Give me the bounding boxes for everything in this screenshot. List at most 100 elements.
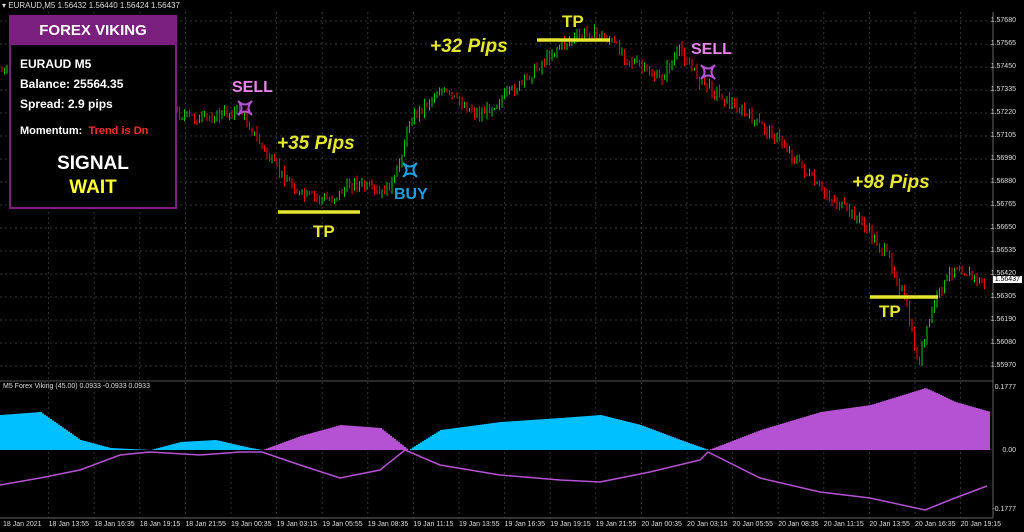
histogram-bar (332, 427, 334, 450)
histogram-bar (976, 408, 978, 450)
histogram-bar (178, 442, 180, 450)
histogram-bar (566, 417, 568, 450)
histogram-bar (44, 414, 46, 450)
indicator-axis-top: 0.1777 (994, 384, 1016, 391)
histogram-bar (560, 418, 562, 450)
histogram-bar (352, 425, 354, 450)
histogram-bar (160, 447, 162, 450)
histogram-bar (92, 443, 94, 450)
histogram-bar (702, 447, 704, 450)
histogram-bar (70, 433, 72, 450)
histogram-bar (584, 416, 586, 450)
symbol-label: EURAUD M5 (20, 57, 92, 71)
histogram-bar (360, 426, 362, 450)
histogram-bar (10, 414, 12, 450)
histogram-bar (276, 444, 278, 450)
price-axis-label: 1.56990 (990, 155, 1016, 162)
histogram-bar (376, 427, 378, 450)
histogram-bar (152, 449, 154, 450)
histogram-bar (6, 414, 8, 450)
time-axis-label: 20 Jan 05:55 (732, 521, 774, 528)
histogram-bar (482, 424, 484, 450)
histogram-bar (662, 433, 664, 450)
tp-label: TP (879, 302, 901, 321)
histogram-bar (486, 423, 488, 450)
histogram-bar (156, 448, 158, 450)
histogram-bar (926, 388, 928, 450)
histogram-bar (356, 426, 358, 450)
time-axis-label: 20 Jan 13:55 (869, 521, 910, 528)
time-axis-label: 18 Jan 21:55 (185, 521, 226, 528)
histogram-bar (278, 444, 280, 450)
histogram-bar (378, 427, 380, 450)
histogram-bar (362, 426, 364, 450)
histogram-bar (514, 421, 516, 450)
histogram-bar (242, 446, 244, 450)
histogram-bar (684, 441, 686, 450)
sell-signal-icon (700, 64, 716, 80)
histogram-bar (30, 412, 32, 450)
histogram-bar (944, 396, 946, 450)
histogram-bar (68, 431, 70, 450)
histogram-bar (540, 419, 542, 450)
histogram-bar (576, 416, 578, 450)
histogram-bar (94, 443, 96, 450)
histogram-bar (176, 443, 178, 450)
time-axis-label: 20 Jan 00:35 (641, 521, 682, 528)
indicator-histogram (0, 388, 990, 450)
histogram-bar (770, 427, 772, 450)
histogram-bar (198, 440, 200, 450)
histogram-bar (42, 413, 44, 450)
histogram-bar (654, 430, 656, 450)
histogram-bar (680, 440, 682, 450)
histogram-bar (778, 424, 780, 450)
time-axis-label: 19 Jan 05:55 (322, 521, 363, 528)
buy-signal-icon (402, 162, 418, 178)
histogram-bar (346, 425, 348, 450)
histogram-bar (202, 440, 204, 450)
histogram-bar (158, 447, 160, 450)
histogram-bar (622, 420, 624, 450)
histogram-bar (838, 409, 840, 450)
histogram-bar (962, 404, 964, 450)
histogram-bar (604, 416, 606, 450)
histogram-bar (180, 442, 182, 450)
histogram-bar (960, 403, 962, 450)
histogram-bar (214, 440, 216, 450)
histogram-bar (382, 429, 384, 450)
time-axis-label: 20 Jan 08:35 (778, 521, 819, 528)
histogram-bar (780, 424, 782, 450)
histogram-bar (274, 445, 276, 450)
histogram-bar (666, 434, 668, 450)
histogram-bar (922, 388, 924, 450)
histogram-bar (130, 449, 132, 450)
histogram-bar (580, 416, 582, 450)
indicator-line (0, 449, 988, 511)
histogram-bar (816, 413, 818, 450)
histogram-bar (46, 416, 48, 450)
histogram-bar (330, 427, 332, 450)
time-axis-label: 19 Jan 00:35 (231, 521, 272, 528)
price-axis-label: 1.56765 (990, 201, 1016, 208)
time-axis-label: 18 Jan 16:35 (94, 521, 135, 528)
histogram-bar (630, 422, 632, 450)
histogram-bar (920, 389, 922, 450)
histogram-bar (776, 425, 778, 450)
histogram-bar (552, 418, 554, 450)
histogram-bar (804, 416, 806, 450)
histogram-bar (128, 448, 130, 450)
histogram-bar (522, 420, 524, 450)
histogram-bar (322, 429, 324, 450)
histogram-bar (858, 406, 860, 450)
histogram-bar (380, 428, 382, 450)
chart-window-title: ▾ EURAUD,M5 1.56432 1.56440 1.56424 1.56… (2, 1, 180, 10)
histogram-bar (820, 412, 822, 450)
histogram-bar (946, 397, 948, 450)
histogram-bar (784, 422, 786, 450)
histogram-bar (318, 431, 320, 450)
histogram-bar (238, 445, 240, 450)
histogram-bar (18, 413, 20, 450)
histogram-bar (50, 419, 52, 450)
histogram-bar (222, 441, 224, 450)
histogram-bar (572, 417, 574, 450)
